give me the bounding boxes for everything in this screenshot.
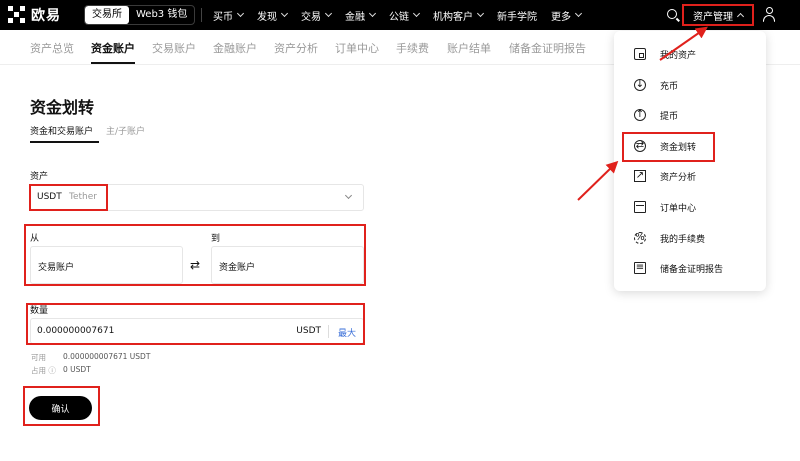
tab-fees[interactable]: 手续费 <box>396 40 429 56</box>
chevron-down-icon <box>412 9 421 18</box>
nav-academy[interactable]: 新手学院 <box>497 8 537 23</box>
nav-label: 金融 <box>345 11 365 23</box>
tab-trading-account[interactable]: 交易账户 <box>152 40 196 56</box>
menu-label: 我的手续费 <box>660 234 706 245</box>
menu-asset-analysis[interactable]: ↗ 资产分析 <box>634 166 696 186</box>
nav-divider <box>201 8 202 22</box>
main-nav: 买币 发现 交易 金融 公链 机构客户 新手学院 更多 <box>213 0 595 30</box>
nav-trade[interactable]: 交易 <box>301 8 333 23</box>
tab-asset-overview[interactable]: 资产总览 <box>30 40 74 56</box>
tab-finance-account[interactable]: 金融账户 <box>213 40 257 56</box>
highlight-transfer <box>24 224 366 286</box>
withdraw-icon: ↑ <box>634 109 646 121</box>
nav-label: 买币 <box>213 11 233 23</box>
nav-buy-crypto[interactable]: 买币 <box>213 8 245 23</box>
logo-text: 欧易 <box>31 8 61 24</box>
nav-chain[interactable]: 公链 <box>389 8 421 23</box>
user-icon[interactable] <box>763 7 775 22</box>
chevron-down-icon <box>280 9 289 18</box>
nav-label: 发现 <box>257 11 277 23</box>
nav-more[interactable]: 更多 <box>551 8 583 23</box>
nav-label: 更多 <box>551 11 571 23</box>
page-title: 资金划转 <box>30 98 95 117</box>
menu-order-center[interactable]: 订单中心 <box>634 197 696 217</box>
chevron-down-icon <box>368 9 377 18</box>
tab-funding-trading[interactable]: 资金和交易账户 <box>30 124 93 137</box>
nav-label: 机构客户 <box>433 11 473 23</box>
tab-statements[interactable]: 账户结单 <box>447 40 491 56</box>
chevron-down-icon <box>476 9 485 18</box>
menu-proof-of-reserves[interactable]: ≡ 储备金证明报告 <box>634 258 723 278</box>
highlight-transfer-menu <box>622 132 715 162</box>
top-nav-bar: 欧易 交易所 Web3 钱包 买币 发现 交易 金融 公链 机构客户 新手学院 … <box>0 0 800 30</box>
asset-management-menu[interactable]: 资产管理 <box>682 4 754 26</box>
asset-label: 资产 <box>30 172 49 182</box>
chevron-down-icon <box>574 9 583 18</box>
nav-label: 交易 <box>301 11 321 23</box>
nav-finance[interactable]: 金融 <box>345 8 377 23</box>
chevron-down-icon <box>344 191 353 200</box>
occupied-label: 占用 ⓘ <box>31 366 56 375</box>
report-icon: ≡ <box>634 262 646 274</box>
menu-label: 充币 <box>660 81 679 92</box>
highlight-confirm <box>23 386 100 426</box>
analysis-icon: ↗ <box>634 170 646 182</box>
menu-withdraw[interactable]: ↑ 提币 <box>634 105 678 125</box>
exchange-tab[interactable]: 交易所 <box>85 6 129 24</box>
order-icon <box>634 201 646 213</box>
wallet-icon <box>634 48 646 60</box>
nav-institutional[interactable]: 机构客户 <box>433 8 485 23</box>
logo-icon <box>8 6 26 24</box>
nav-discover[interactable]: 发现 <box>257 8 289 23</box>
tab-order-center[interactable]: 订单中心 <box>335 40 379 56</box>
deposit-icon: ↓ <box>634 79 646 91</box>
arrow-to-transfer-item <box>577 160 619 201</box>
chevron-down-icon <box>324 9 333 18</box>
chevron-down-icon <box>236 9 245 18</box>
menu-my-assets[interactable]: 我的资产 <box>634 44 696 64</box>
nav-label: 新手学院 <box>497 11 537 23</box>
menu-label: 提币 <box>660 111 679 122</box>
menu-label: 订单中心 <box>660 203 697 214</box>
chevron-up-icon <box>736 12 745 21</box>
menu-label: 储备金证明报告 <box>660 264 724 275</box>
highlight-quantity <box>26 303 365 345</box>
platform-switch: 交易所 Web3 钱包 <box>84 5 196 25</box>
fee-icon: % <box>634 232 646 244</box>
okx-logo[interactable]: 欧易 <box>8 6 61 24</box>
available-label: 可用 <box>31 353 46 362</box>
active-tab-indicator <box>91 62 135 64</box>
tab-asset-analysis[interactable]: 资产分析 <box>274 40 318 56</box>
search-icon[interactable] <box>667 9 677 19</box>
web3-wallet-tab[interactable]: Web3 钱包 <box>129 6 194 24</box>
inner-tab-indicator <box>30 141 99 143</box>
tab-main-sub[interactable]: 主/子账户 <box>106 124 145 137</box>
tab-funding-account[interactable]: 资金账户 <box>91 40 135 56</box>
occupied-value: 0 USDT <box>63 365 91 374</box>
menu-deposit[interactable]: ↓ 充币 <box>634 75 678 95</box>
available-value: 0.000000007671 USDT <box>63 352 151 361</box>
tab-proof-of-reserves[interactable]: 储备金证明报告 <box>509 40 586 56</box>
menu-label: 我的资产 <box>660 50 697 61</box>
menu-my-fees[interactable]: % 我的手续费 <box>634 228 705 248</box>
menu-label: 资产分析 <box>660 172 697 183</box>
nav-label: 公链 <box>389 11 409 23</box>
asset-management-label: 资产管理 <box>693 11 733 23</box>
highlight-asset <box>29 184 108 211</box>
